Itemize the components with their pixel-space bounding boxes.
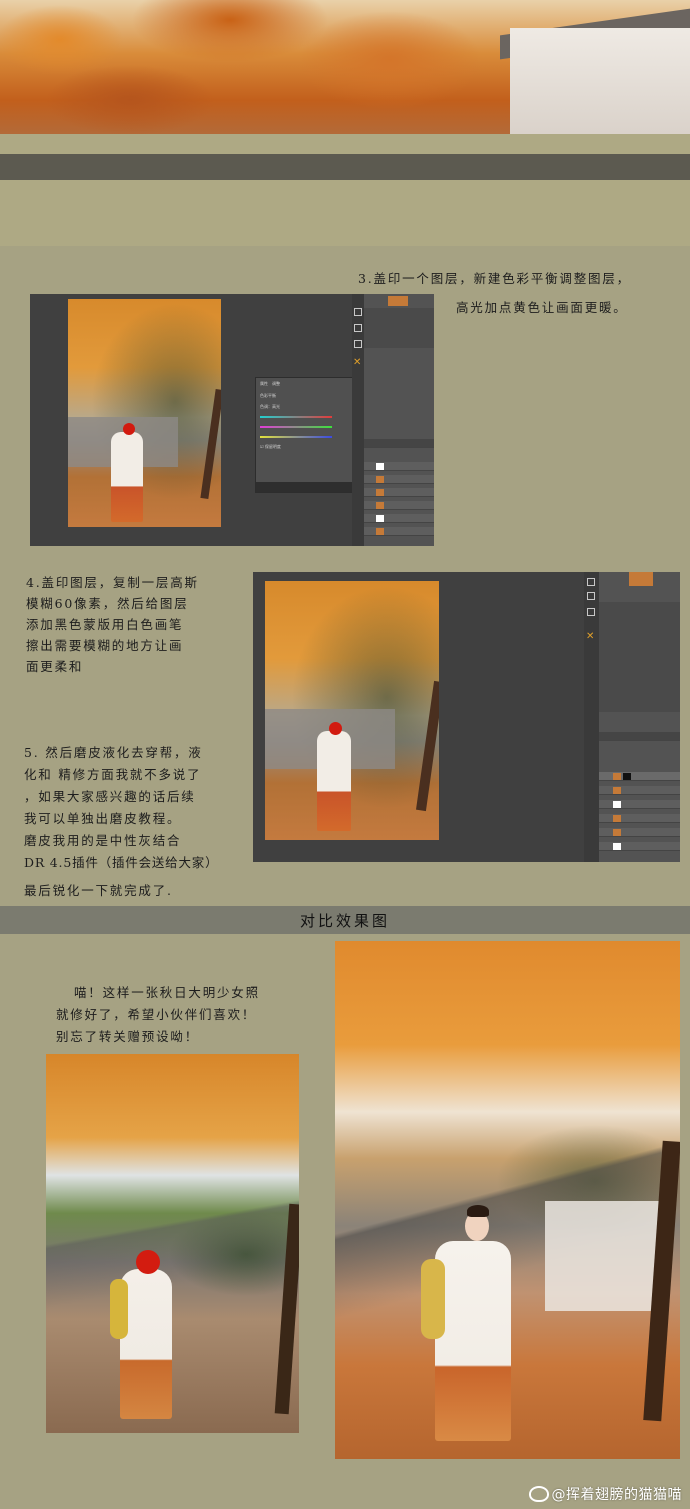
compare-header: 对比效果图 (0, 906, 690, 934)
step4-line: 面更柔和 (26, 659, 84, 674)
compare-title: 对比效果图 (299, 911, 390, 930)
tool-icon[interactable] (587, 608, 595, 616)
watermark: @挥着翅膀的猫猫喵 (528, 1484, 683, 1504)
step3-line: 3.盖印一个图层，新建色彩平衡调整图层， (358, 271, 631, 286)
crossed-tools-icon[interactable]: ✕ (353, 358, 363, 368)
closing-line: 喵！这样一张秋日大明少女照 (74, 985, 260, 1000)
maple-foliage (0, 0, 530, 134)
photoshop-screenshot-color-balance: 属性 调整 色彩平衡 色调：高光 ☑ 保留明度 ✕ (30, 294, 434, 546)
tool-strip: ✕ (352, 294, 364, 546)
before-photo (46, 1054, 299, 1433)
watermark-text: @挥着翅膀的猫猫喵 (551, 1487, 682, 1503)
step5-line: ，如果大家感兴趣的话后续 (24, 789, 196, 804)
yellow-blue-slider[interactable] (260, 436, 332, 438)
weibo-icon (528, 1486, 549, 1502)
photoshop-screenshot-gaussian-blur: ✕ (253, 572, 680, 862)
layers-panel (364, 294, 434, 546)
step4-line: 擦出需要模糊的地方让画 (26, 638, 184, 653)
canvas-photo (265, 581, 439, 840)
step5-line: 我可以单独出磨皮教程。 (24, 811, 182, 826)
after-photo (335, 941, 680, 1459)
step4-text: 4.盖印图层，复制一层高斯 模糊60像素，然后给图层 添加黑色蒙版用白色画笔 擦… (26, 572, 199, 677)
magenta-green-slider[interactable] (260, 426, 332, 428)
cyan-red-slider[interactable] (260, 416, 332, 418)
tool-strip: ✕ (584, 572, 599, 862)
white-wall (510, 28, 690, 134)
layers-panel (599, 572, 680, 862)
closing-text: 喵！这样一张秋日大明少女照 就修好了，希望小伙伴们喜欢！ 别忘了转关赠预设呦！ (56, 982, 260, 1048)
canvas-photo (68, 299, 221, 527)
step4-line: 4.盖印图层，复制一层高斯 (26, 575, 199, 590)
closing-line: 别忘了转关赠预设呦！ (56, 1029, 200, 1044)
tool-icon[interactable] (587, 578, 595, 586)
closing-line: 就修好了，希望小伙伴们喜欢！ (56, 1007, 257, 1022)
tool-icon[interactable] (354, 340, 362, 348)
step5-line: 化和 精修方面我就不多说了 (24, 767, 202, 782)
step5-line: 磨皮我用的是中性灰结合 (24, 833, 182, 848)
step5-line: 5. 然后磨皮液化去穿帮，液 (24, 745, 203, 760)
step4-line: 模糊60像素，然后给图层 (26, 596, 189, 611)
step4-line: 添加黑色蒙版用白色画笔 (26, 617, 184, 632)
crossed-tools-icon[interactable]: ✕ (586, 632, 596, 642)
header-photo (0, 0, 690, 134)
navigator-thumb (629, 572, 653, 586)
step3-line: 高光加点黄色让画面更暖。 (456, 300, 628, 315)
navigator-thumb (388, 296, 408, 306)
tool-icon[interactable] (354, 308, 362, 316)
step5-text: 5. 然后磨皮液化去穿帮，液 化和 精修方面我就不多说了 ，如果大家感兴趣的话后… (24, 742, 218, 902)
face-cover (136, 1250, 160, 1274)
stripe-dark (0, 154, 690, 180)
tool-icon[interactable] (354, 324, 362, 332)
tool-icon[interactable] (587, 592, 595, 600)
white-wall (545, 1201, 665, 1311)
stripe (0, 134, 690, 154)
step5-line: 最后锐化一下就完成了. (24, 883, 173, 898)
step5-line: DR 4.5插件（插件会送给大家） (24, 855, 219, 870)
stripe (0, 180, 690, 246)
